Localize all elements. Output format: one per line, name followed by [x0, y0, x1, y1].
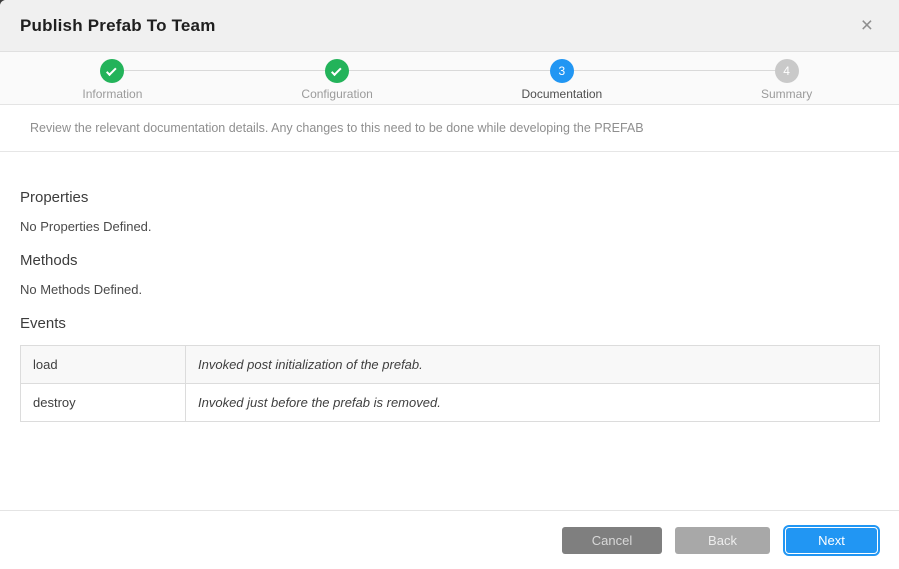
events-heading: Events	[20, 315, 880, 332]
step-done-circle	[325, 59, 349, 83]
step-information[interactable]: Information	[0, 52, 225, 104]
properties-empty-text: No Properties Defined.	[20, 219, 880, 234]
wizard-stepper: Information Configuration 3 Documentatio…	[0, 52, 899, 105]
next-button[interactable]: Next	[785, 527, 878, 554]
step-summary[interactable]: 4 Summary	[674, 52, 899, 104]
event-description-cell: Invoked just before the prefab is remove…	[186, 384, 880, 422]
step-description-bar: Review the relevant documentation detail…	[0, 105, 899, 152]
dialog-title: Publish Prefab To Team	[20, 16, 216, 36]
event-name-cell: destroy	[21, 384, 186, 422]
step-description: Review the relevant documentation detail…	[30, 121, 644, 135]
documentation-content: Properties No Properties Defined. Method…	[0, 152, 899, 422]
publish-prefab-dialog: Publish Prefab To Team × Information Con…	[0, 0, 899, 569]
methods-empty-text: No Methods Defined.	[20, 282, 880, 297]
event-description-cell: Invoked post initialization of the prefa…	[186, 346, 880, 384]
step-done-circle	[100, 59, 124, 83]
back-button[interactable]: Back	[675, 527, 770, 554]
properties-heading: Properties	[20, 189, 880, 206]
table-row: load Invoked post initialization of the …	[21, 346, 880, 384]
step-label: Information	[82, 87, 142, 101]
events-table: load Invoked post initialization of the …	[20, 345, 880, 422]
check-icon	[106, 65, 117, 76]
table-row: destroy Invoked just before the prefab i…	[21, 384, 880, 422]
step-documentation[interactable]: 3 Documentation	[450, 52, 675, 104]
step-number-circle: 4	[775, 59, 799, 83]
methods-heading: Methods	[20, 252, 880, 269]
step-label: Documentation	[522, 87, 603, 101]
step-configuration[interactable]: Configuration	[225, 52, 450, 104]
cancel-button[interactable]: Cancel	[562, 527, 662, 554]
close-icon[interactable]: ×	[855, 15, 879, 36]
step-label: Summary	[761, 87, 812, 101]
dialog-footer: Cancel Back Next	[0, 510, 899, 569]
event-name-cell: load	[21, 346, 186, 384]
step-number-circle: 3	[550, 59, 574, 83]
step-label: Configuration	[301, 87, 372, 101]
dialog-header: Publish Prefab To Team ×	[0, 0, 899, 52]
check-icon	[331, 65, 342, 76]
